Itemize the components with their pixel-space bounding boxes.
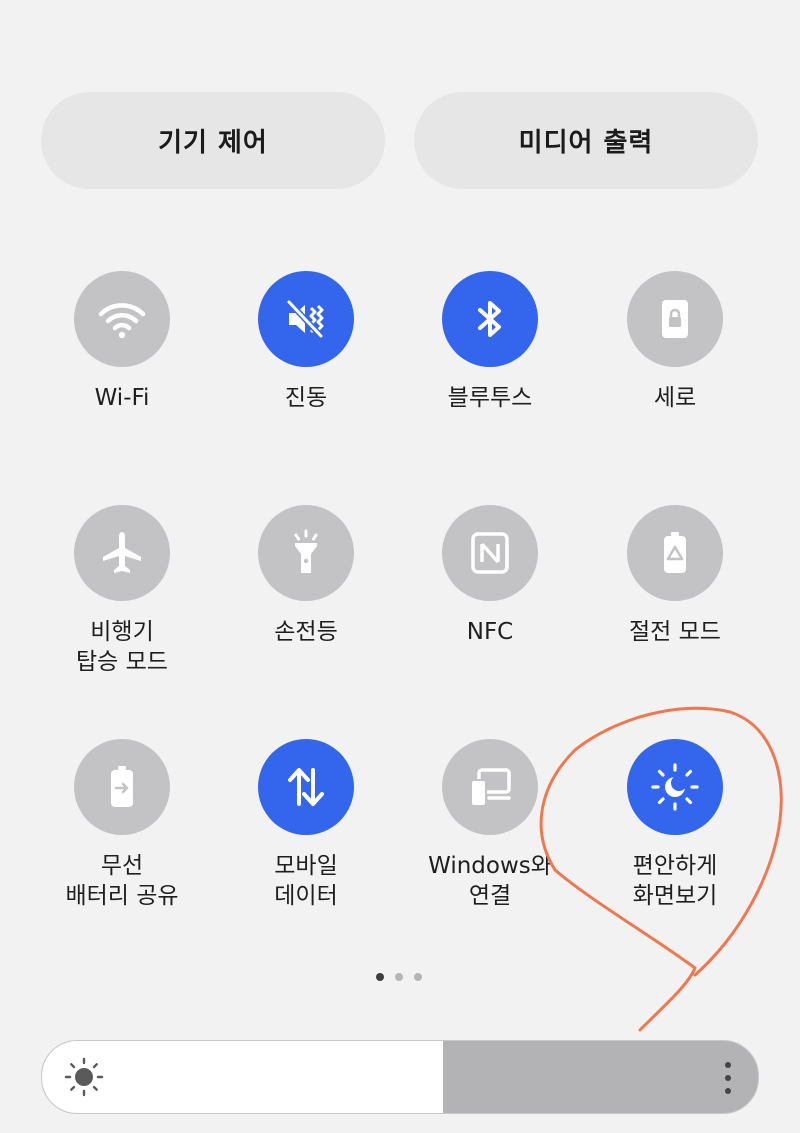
tile-link-to-windows[interactable]: Windows와 연결 bbox=[398, 739, 582, 911]
flashlight-icon bbox=[258, 505, 354, 601]
tile-label: 편안하게 화면보기 bbox=[632, 853, 718, 909]
page-dot[interactable] bbox=[376, 973, 384, 981]
tile-wifi[interactable]: Wi-Fi bbox=[30, 271, 214, 413]
brightness-slider[interactable] bbox=[41, 1040, 759, 1114]
tile-flashlight[interactable]: 손전등 bbox=[214, 505, 398, 647]
tile-power-saving[interactable]: 절전 모드 bbox=[583, 505, 767, 647]
device-control-button[interactable]: 기기 제어 bbox=[41, 92, 385, 189]
top-buttons: 기기 제어 미디어 출력 bbox=[41, 92, 759, 189]
tile-bluetooth[interactable]: 블루투스 bbox=[398, 271, 582, 413]
bluetooth-icon bbox=[442, 271, 538, 367]
power-saving-icon bbox=[627, 505, 723, 601]
tile-mobile-data[interactable]: 모바일 데이터 bbox=[214, 739, 398, 911]
link-to-windows-icon bbox=[442, 739, 538, 835]
page-indicator bbox=[376, 973, 426, 983]
tile-vibrate[interactable]: 진동 bbox=[214, 271, 398, 413]
wireless-battery-share-icon bbox=[74, 739, 170, 835]
wifi-icon bbox=[74, 271, 170, 367]
more-options-icon[interactable] bbox=[722, 1061, 734, 1095]
portrait-lock-icon bbox=[627, 271, 723, 367]
tile-label: Wi-Fi bbox=[94, 385, 150, 411]
tile-label: Windows와 연결 bbox=[428, 853, 552, 909]
media-output-button[interactable]: 미디어 출력 bbox=[414, 92, 758, 189]
tile-label: 모바일 데이터 bbox=[274, 853, 338, 909]
tile-label: 블루투스 bbox=[447, 385, 533, 411]
tile-label: NFC bbox=[466, 619, 514, 645]
airplane-icon bbox=[74, 505, 170, 601]
page-dot[interactable] bbox=[395, 973, 403, 981]
tile-label: 무선 배터리 공유 bbox=[65, 853, 179, 909]
eye-comfort-icon bbox=[627, 739, 723, 835]
tile-label: 비행기 탑승 모드 bbox=[76, 619, 168, 675]
tile-label: 손전등 bbox=[274, 619, 338, 645]
tile-nfc[interactable]: NFC bbox=[398, 505, 582, 647]
vibrate-icon bbox=[258, 271, 354, 367]
tile-wireless-battery-share[interactable]: 무선 배터리 공유 bbox=[30, 739, 214, 911]
tile-airplane-mode[interactable]: 비행기 탑승 모드 bbox=[30, 505, 214, 677]
brightness-sun-icon bbox=[64, 1057, 104, 1097]
tile-eye-comfort[interactable]: 편안하게 화면보기 bbox=[583, 739, 767, 911]
tile-portrait[interactable]: 세로 bbox=[583, 271, 767, 413]
tile-label: 절전 모드 bbox=[629, 619, 721, 645]
page-dot[interactable] bbox=[414, 973, 422, 981]
mobile-data-icon bbox=[258, 739, 354, 835]
tile-label: 진동 bbox=[284, 385, 328, 411]
nfc-icon bbox=[442, 505, 538, 601]
tile-label: 세로 bbox=[653, 385, 697, 411]
